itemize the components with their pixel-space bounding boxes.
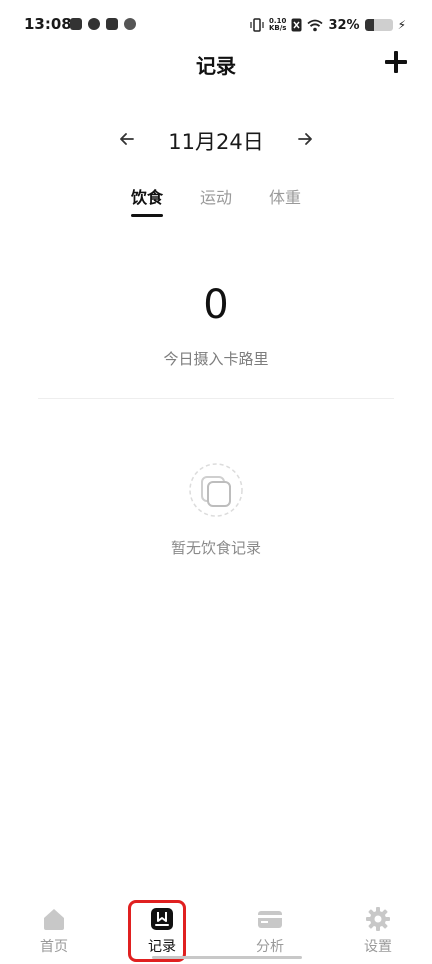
record-tabs: 饮食 运动 体重: [0, 184, 432, 224]
empty-state-text: 暂无饮食记录: [170, 539, 261, 557]
next-day-button[interactable]: [292, 126, 318, 152]
gear-icon: [366, 907, 390, 931]
wechat-icon: [124, 18, 136, 30]
book-icon: [151, 908, 173, 930]
page-title: 记录: [196, 54, 236, 78]
status-bar: 13:08 0.10 KB/s 32% ⚡: [0, 0, 432, 50]
add-record-button[interactable]: [382, 48, 410, 76]
battery-icon: [364, 19, 393, 31]
message-icon: [106, 18, 118, 30]
nav-analysis[interactable]: 分析: [235, 906, 305, 956]
nav-records-label: 记录: [148, 939, 176, 955]
nav-records[interactable]: 记录: [127, 906, 197, 956]
calorie-value: 0: [203, 282, 229, 328]
sim-icon: [291, 18, 302, 32]
wifi-icon: [307, 19, 324, 31]
nav-home[interactable]: 首页: [19, 906, 89, 956]
active-tab-indicator: [131, 214, 163, 217]
current-date[interactable]: 11月24日: [0, 126, 432, 156]
header: 记录: [0, 44, 432, 84]
card-analysis-icon: [258, 911, 282, 928]
check-circle-icon: [88, 18, 100, 30]
bottom-nav: 首页 记录 分析 设置: [0, 896, 432, 964]
divider: [38, 398, 394, 399]
home-icon: [44, 909, 64, 930]
arrow-right-icon: [298, 133, 312, 145]
nav-settings[interactable]: 设置: [343, 906, 413, 956]
date-navigator: 11月24日: [0, 122, 432, 156]
tab-food[interactable]: 饮食: [117, 184, 177, 208]
nav-analysis-label: 分析: [256, 939, 284, 955]
nav-home-label: 首页: [40, 939, 68, 955]
status-indicators: 0.10 KB/s 32% ⚡: [250, 14, 406, 36]
mail-icon: [70, 18, 82, 30]
vibrate-icon: [250, 18, 264, 32]
net-speed-unit: KB/s: [268, 24, 287, 32]
status-time: 13:08: [24, 15, 72, 33]
battery-percent: 32%: [328, 17, 360, 33]
home-indicator[interactable]: [152, 956, 302, 959]
battery-level-fill: [364, 19, 374, 31]
tab-weight[interactable]: 体重: [255, 184, 315, 208]
nav-settings-label: 设置: [364, 939, 392, 955]
net-speed: 0.10 KB/s: [269, 18, 286, 32]
charging-icon: ⚡: [397, 18, 406, 32]
tab-exercise[interactable]: 运动: [186, 184, 246, 208]
plus-icon-vertical: [394, 51, 398, 73]
calorie-label: 今日摄入卡路里: [163, 350, 269, 368]
empty-copy-icon: [189, 463, 243, 517]
